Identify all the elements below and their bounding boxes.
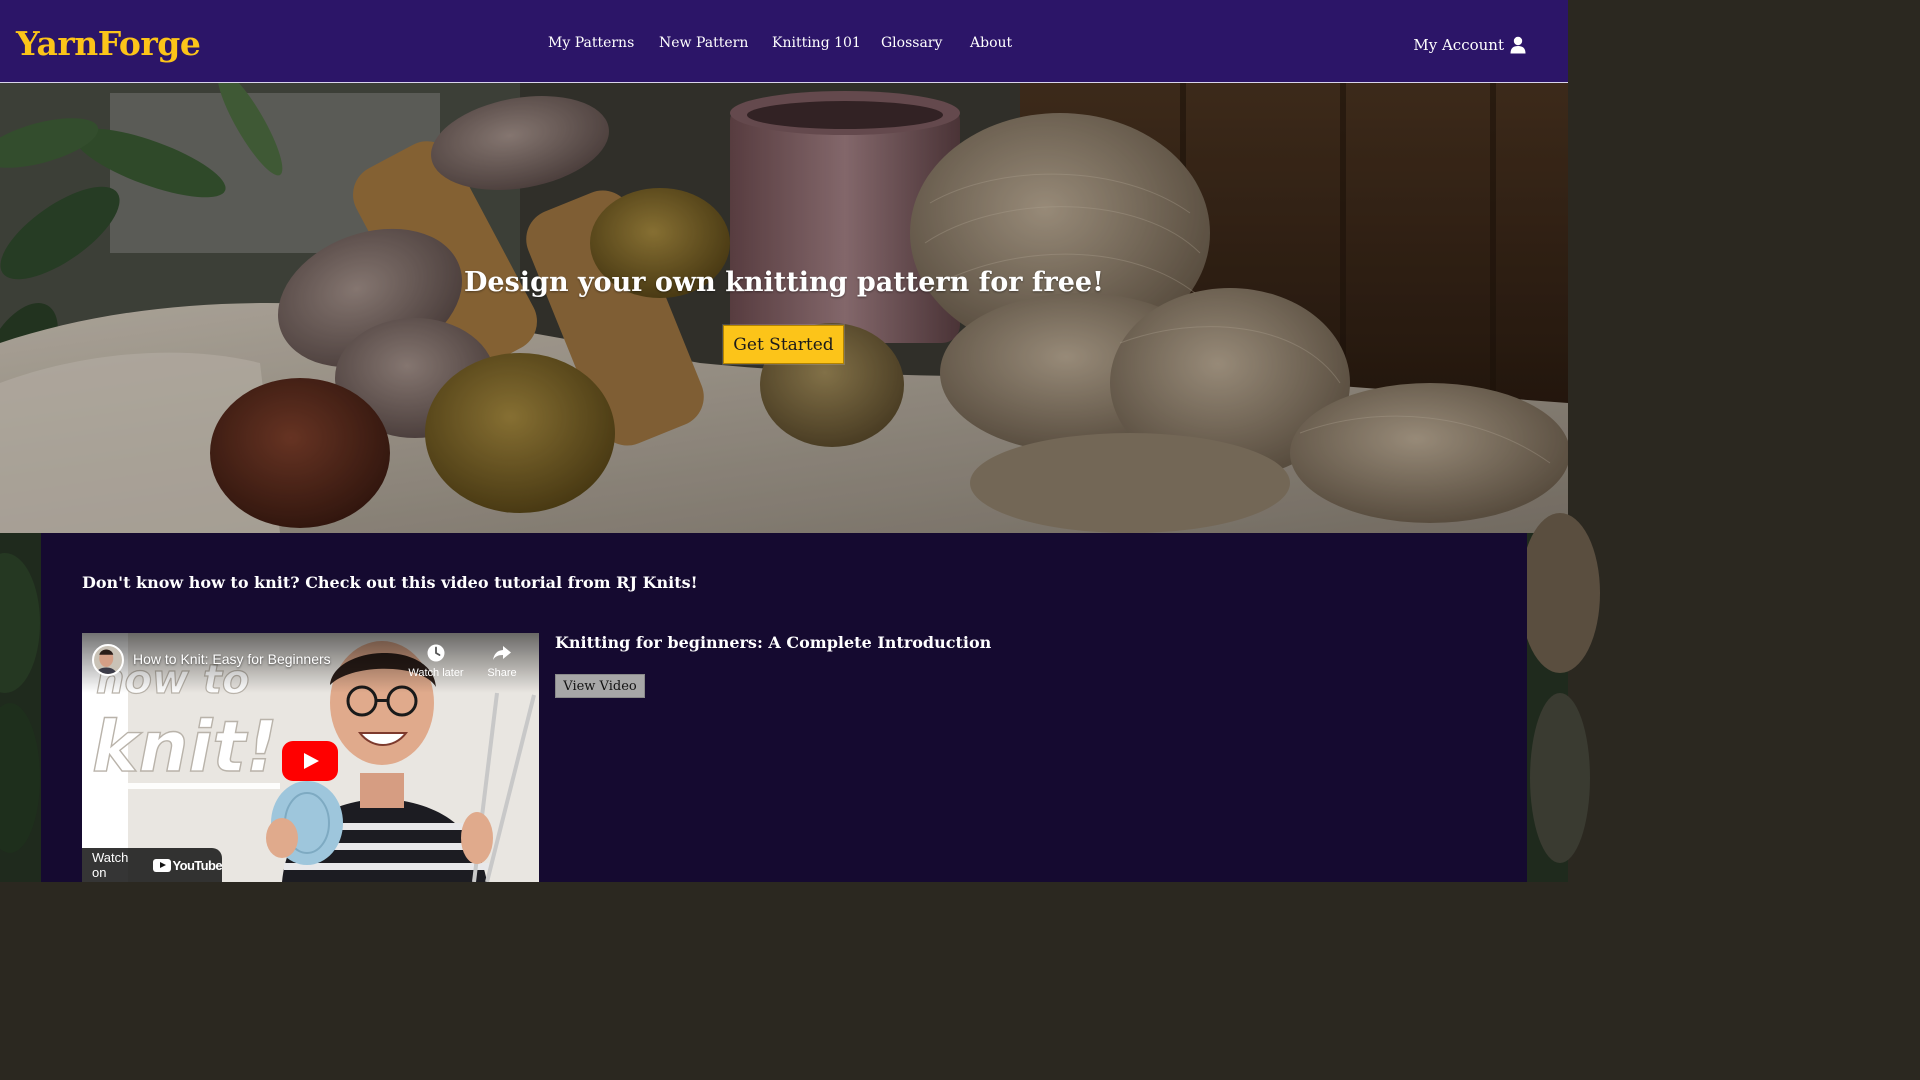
- channel-avatar[interactable]: [92, 644, 124, 676]
- my-account-label: My Account: [1413, 36, 1504, 54]
- youtube-play-logo-icon: [152, 858, 171, 872]
- share-icon: [493, 646, 511, 660]
- view-video-button[interactable]: View Video: [555, 674, 645, 698]
- nav-item-about[interactable]: About: [970, 33, 1012, 53]
- play-button-icon[interactable]: [282, 741, 338, 781]
- hero-overlay: [0, 83, 1568, 533]
- youtube-wordmark: YouTube: [172, 857, 223, 873]
- my-account-link[interactable]: My Account: [1413, 33, 1526, 57]
- video-embed-title[interactable]: How to Knit: Easy for Beginners: [133, 650, 331, 668]
- thumbnail-text-knit: knit!: [92, 706, 278, 788]
- youtube-logo: YouTube: [152, 857, 223, 873]
- watch-on-label: Watch on: [92, 850, 129, 880]
- hero-title: Design your own knitting pattern for fre…: [464, 267, 1104, 298]
- tutorial-heading: Don't know how to knit? Check out this v…: [82, 573, 698, 592]
- youtube-video-embed[interactable]: how to knit!: [82, 633, 539, 882]
- watch-later-label: Watch later: [408, 667, 464, 679]
- main-nav: My Patterns New Pattern Knitting 101 Glo…: [0, 33, 1568, 55]
- hero-banner: Design your own knitting pattern for fre…: [0, 83, 1568, 533]
- nav-item-my-patterns[interactable]: My Patterns: [548, 33, 634, 53]
- top-navbar: YarnForge My Patterns New Pattern Knitti…: [0, 0, 1568, 83]
- user-icon: [1510, 36, 1526, 54]
- share-button[interactable]: Share: [470, 643, 534, 680]
- nav-item-knitting-101[interactable]: Knitting 101: [772, 33, 861, 53]
- watch-later-button[interactable]: Watch later: [404, 643, 468, 680]
- tutorial-panel: Don't know how to knit? Check out this v…: [41, 533, 1527, 882]
- nav-item-new-pattern[interactable]: New Pattern: [659, 33, 748, 53]
- clock-icon: [427, 644, 445, 662]
- watch-on-youtube-button[interactable]: Watch on YouTube: [82, 848, 223, 882]
- get-started-button[interactable]: Get Started: [723, 325, 844, 364]
- share-label: Share: [487, 667, 517, 679]
- video-title: Knitting for beginners: A Complete Intro…: [555, 633, 992, 652]
- nav-item-glossary[interactable]: Glossary: [881, 33, 942, 53]
